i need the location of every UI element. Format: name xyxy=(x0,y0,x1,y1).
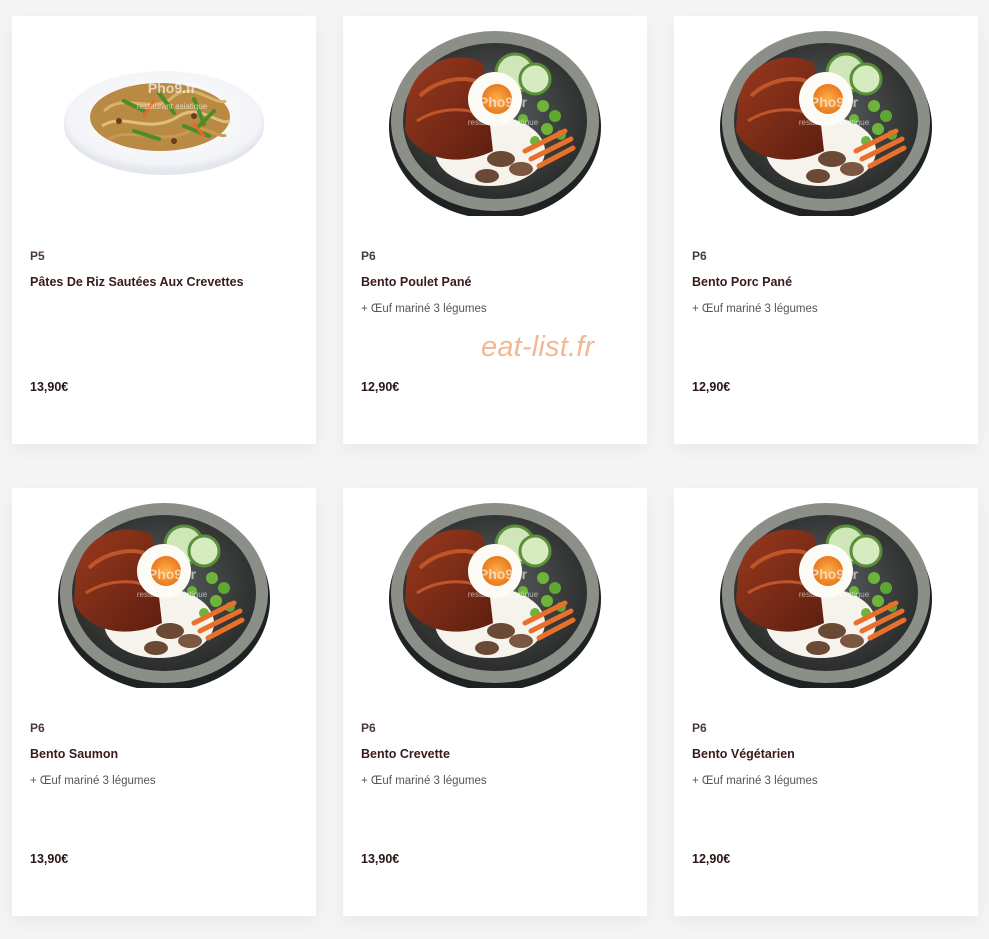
menu-card[interactable]: Pho9.fr restaurant asiatique P6 Bento Sa… xyxy=(12,488,316,916)
dish-image: Pho9.fr restaurant asiatique xyxy=(674,488,978,698)
image-watermark: Pho9.fr xyxy=(148,80,197,96)
item-code: P5 xyxy=(30,249,45,263)
image-watermark: Pho9.fr xyxy=(479,94,528,110)
menu-grid: Pho9.fr restaurant asiatique P5 Pâtes De… xyxy=(12,16,978,916)
menu-card[interactable]: Pho9.fr restaurant asiatique P6 Bento Po… xyxy=(674,16,978,444)
item-description: + Œuf mariné 3 légumes xyxy=(692,303,818,315)
image-watermark: Pho9.fr xyxy=(479,566,528,582)
dish-image: Pho9.fr restaurant asiatique xyxy=(343,16,647,226)
image-watermark-sub: restaurant asiatique xyxy=(137,590,208,599)
item-description: + Œuf mariné 3 légumes xyxy=(361,775,487,787)
item-name[interactable]: Bento Saumon xyxy=(30,747,302,761)
site-watermark: eat-list.fr xyxy=(481,331,595,363)
image-watermark-sub: restaurant asiatique xyxy=(799,118,870,127)
bento-bowl-image: Pho9.fr restaurant asiatique xyxy=(387,498,603,688)
item-name[interactable]: Bento Végétarien xyxy=(692,747,964,761)
item-price: 13,90€ xyxy=(361,852,400,866)
menu-card[interactable]: Pho9.fr restaurant asiatique P6 Bento Vé… xyxy=(674,488,978,916)
bento-bowl-image: Pho9.fr restaurant asiatique xyxy=(387,26,603,216)
item-price: 12,90€ xyxy=(692,852,731,866)
item-description: + Œuf mariné 3 légumes xyxy=(361,303,487,315)
dish-image: Pho9.fr restaurant asiatique xyxy=(12,488,316,698)
item-price: 13,90€ xyxy=(30,852,69,866)
bento-bowl-image: Pho9.fr restaurant asiatique xyxy=(718,26,934,216)
noodle-plate-image: Pho9.fr restaurant asiatique xyxy=(62,69,266,177)
item-description: + Œuf mariné 3 légumes xyxy=(30,775,156,787)
item-code: P6 xyxy=(361,721,376,735)
menu-card[interactable]: Pho9.fr restaurant asiatique P5 Pâtes De… xyxy=(12,16,316,444)
image-watermark: Pho9.fr xyxy=(810,94,859,110)
image-watermark-sub: restaurant asiatique xyxy=(468,590,539,599)
item-name[interactable]: Bento Crevette xyxy=(361,747,633,761)
item-code: P6 xyxy=(692,249,707,263)
image-watermark-sub: restaurant asiatique xyxy=(468,118,539,127)
item-name[interactable]: Bento Porc Pané xyxy=(692,275,964,289)
image-watermark-sub: restaurant asiatique xyxy=(137,102,208,111)
bento-bowl-image: Pho9.fr restaurant asiatique xyxy=(56,498,272,688)
item-code: P6 xyxy=(361,249,376,263)
image-watermark-sub: restaurant asiatique xyxy=(799,590,870,599)
item-code: P6 xyxy=(692,721,707,735)
menu-card[interactable]: Pho9.fr restaurant asiatique P6 Bento Cr… xyxy=(343,488,647,916)
image-watermark: Pho9.fr xyxy=(148,566,197,582)
item-name[interactable]: Bento Poulet Pané xyxy=(361,275,633,289)
image-watermark: Pho9.fr xyxy=(810,566,859,582)
dish-image: Pho9.fr restaurant asiatique xyxy=(343,488,647,698)
item-price: 12,90€ xyxy=(361,380,400,394)
dish-image: Pho9.fr restaurant asiatique xyxy=(674,16,978,226)
item-code: P6 xyxy=(30,721,45,735)
item-name[interactable]: Pâtes De Riz Sautées Aux Crevettes xyxy=(30,275,302,289)
item-description: + Œuf mariné 3 légumes xyxy=(692,775,818,787)
item-price: 13,90€ xyxy=(30,380,69,394)
bento-bowl-image: Pho9.fr restaurant asiatique xyxy=(718,498,934,688)
item-price: 12,90€ xyxy=(692,380,731,394)
menu-card[interactable]: Pho9.fr restaurant asiatique P6 Bento Po… xyxy=(343,16,647,444)
dish-image: Pho9.fr restaurant asiatique xyxy=(12,16,316,226)
